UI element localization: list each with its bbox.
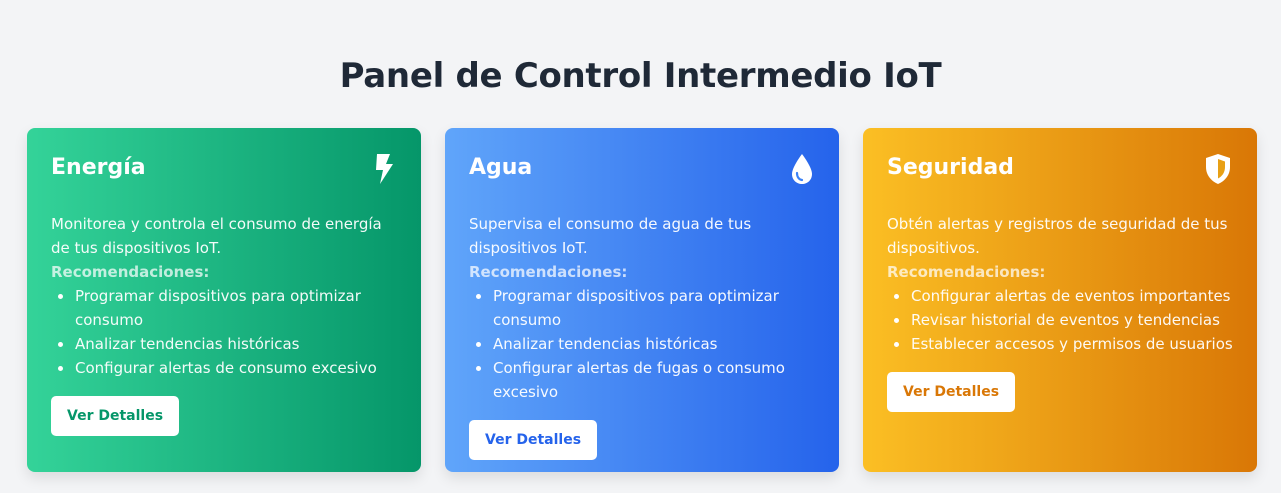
- list-item: Analizar tendencias históricas: [469, 332, 815, 356]
- recommendations-list: Configurar alertas de eventos importante…: [887, 284, 1233, 356]
- recommendations-list: Programar dispositivos para optimizar co…: [469, 284, 815, 404]
- details-button-water[interactable]: Ver Detalles: [469, 420, 598, 460]
- list-item: Programar dispositivos para optimizar co…: [469, 284, 815, 332]
- list-item: Revisar historial de eventos y tendencia…: [887, 308, 1233, 332]
- page-title: Panel de Control Intermedio IoT: [339, 56, 942, 96]
- card-security: Seguridad Obtén alertas y registros de s…: [863, 128, 1257, 472]
- card-description: Monitorea y controla el consumo de energ…: [51, 215, 382, 257]
- card-description: Obtén alertas y registros de seguridad d…: [887, 215, 1228, 257]
- card-header: Energía: [51, 152, 397, 196]
- card-grid: Energía Monitorea y controla el consumo …: [27, 128, 1257, 472]
- recommendations-label: Recomendaciones:: [469, 263, 628, 281]
- list-item: Configurar alertas de eventos importante…: [887, 284, 1233, 308]
- list-item: Configurar alertas de fugas o consumo ex…: [469, 356, 815, 404]
- list-item: Analizar tendencias históricas: [51, 332, 397, 356]
- list-item: Programar dispositivos para optimizar co…: [51, 284, 397, 332]
- details-button-energy[interactable]: Ver Detalles: [51, 396, 180, 436]
- card-water: Agua Supervisa el consumo de agua de tus…: [445, 128, 839, 472]
- card-title: Seguridad: [887, 155, 1014, 180]
- water-drop-icon: [792, 154, 812, 184]
- card-header: Seguridad: [887, 152, 1233, 196]
- recommendations-label: Recomendaciones:: [887, 263, 1046, 281]
- list-item: Configurar alertas de consumo excesivo: [51, 356, 397, 380]
- shield-icon: [1206, 154, 1230, 184]
- details-button-security[interactable]: Ver Detalles: [887, 372, 1016, 412]
- card-header: Agua: [469, 152, 815, 196]
- card-title: Agua: [469, 155, 533, 180]
- recommendations-list: Programar dispositivos para optimizar co…: [51, 284, 397, 380]
- recommendations-label: Recomendaciones:: [51, 263, 210, 281]
- card-title: Energía: [51, 155, 146, 180]
- card-energy: Energía Monitorea y controla el consumo …: [27, 128, 421, 472]
- bolt-icon: [376, 154, 393, 184]
- list-item: Establecer accesos y permisos de usuario…: [887, 332, 1233, 356]
- card-description: Supervisa el consumo de agua de tus disp…: [469, 215, 752, 257]
